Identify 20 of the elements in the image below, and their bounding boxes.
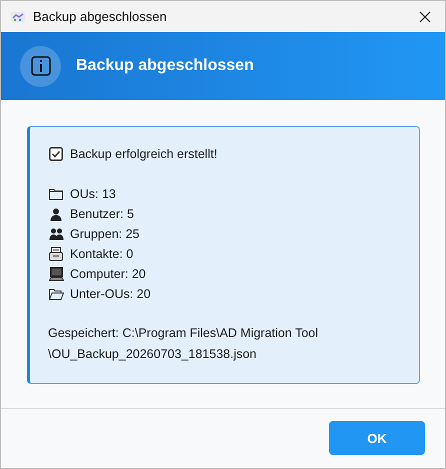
status-text: Backup erfolgreich erstellt! <box>70 147 218 161</box>
window-title: Backup abgeschlossen <box>33 9 168 24</box>
count-text: Unter-OUs: 20 <box>70 287 151 301</box>
person-icon <box>49 208 63 220</box>
open-folder-icon <box>48 288 64 300</box>
close-icon <box>419 10 431 22</box>
count-text: Computer: 20 <box>70 267 146 281</box>
people-icon <box>48 228 64 240</box>
ok-button[interactable]: OK <box>329 421 425 455</box>
saved-path-text: Gespeichert: C:\Program Files\AD Migration Tool <box>48 325 320 342</box>
header-title: Backup abgeschlossen <box>76 57 254 75</box>
saved-path-text: \OU_Backup_20260703_181538.json <box>48 346 258 363</box>
address-book-icon <box>49 247 63 261</box>
computer-icon <box>48 267 64 281</box>
count-text: Gruppen: 25 <box>70 227 140 241</box>
count-text: Kontakte: 0 <box>70 247 134 261</box>
count-text: Benutzer: 5 <box>70 207 134 221</box>
folder-icon <box>49 188 63 200</box>
count-text: OUs: 13 <box>70 187 116 201</box>
info-icon <box>30 56 50 76</box>
